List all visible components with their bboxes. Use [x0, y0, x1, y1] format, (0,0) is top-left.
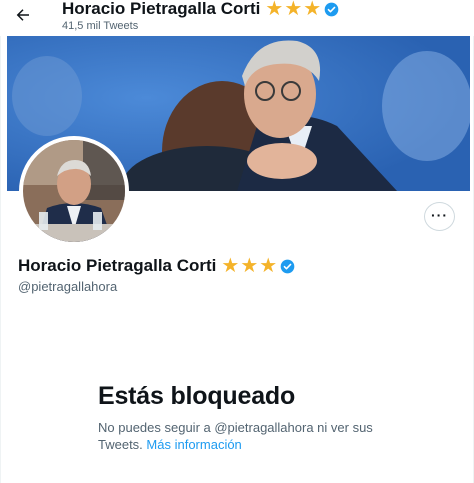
top-bar: Horacio Pietragalla Corti ★ ★ ★ 41,5 mil…	[0, 0, 474, 36]
profile-handle: @pietragallahora	[18, 279, 118, 294]
blocked-title: Estás bloqueado	[98, 382, 296, 410]
star-icon: ★	[259, 255, 278, 277]
star-icon: ★	[221, 255, 240, 277]
header-name: Horacio Pietragalla Corti	[62, 0, 261, 18]
verified-badge-icon	[280, 259, 295, 274]
tweets-count: 41,5 mil Tweets	[62, 20, 139, 32]
header-stars: ★ ★ ★	[265, 0, 321, 19]
star-icon: ★	[265, 0, 284, 20]
more-options-icon: ···	[431, 206, 448, 223]
profile-name-text: Horacio Pietragalla Corti	[18, 256, 217, 275]
profile-name: Horacio Pietragalla Corti ★ ★ ★	[18, 256, 295, 276]
profile-avatar[interactable]	[19, 136, 129, 246]
verified-badge-icon	[324, 2, 339, 17]
star-icon: ★	[303, 0, 322, 20]
blocked-message: No puedes seguir a @pietragallahora ni v…	[98, 419, 378, 453]
back-button[interactable]	[14, 6, 38, 28]
left-border	[0, 36, 1, 483]
header-title: Horacio Pietragalla Corti ★ ★ ★	[62, 0, 339, 19]
more-info-link[interactable]: Más información	[146, 437, 241, 452]
avatar-photo	[23, 140, 125, 242]
arrow-left-icon	[16, 9, 29, 21]
star-icon: ★	[284, 0, 303, 20]
star-icon: ★	[240, 255, 259, 277]
more-options-button[interactable]: ···	[424, 202, 455, 231]
profile-stars: ★ ★ ★	[221, 256, 277, 276]
